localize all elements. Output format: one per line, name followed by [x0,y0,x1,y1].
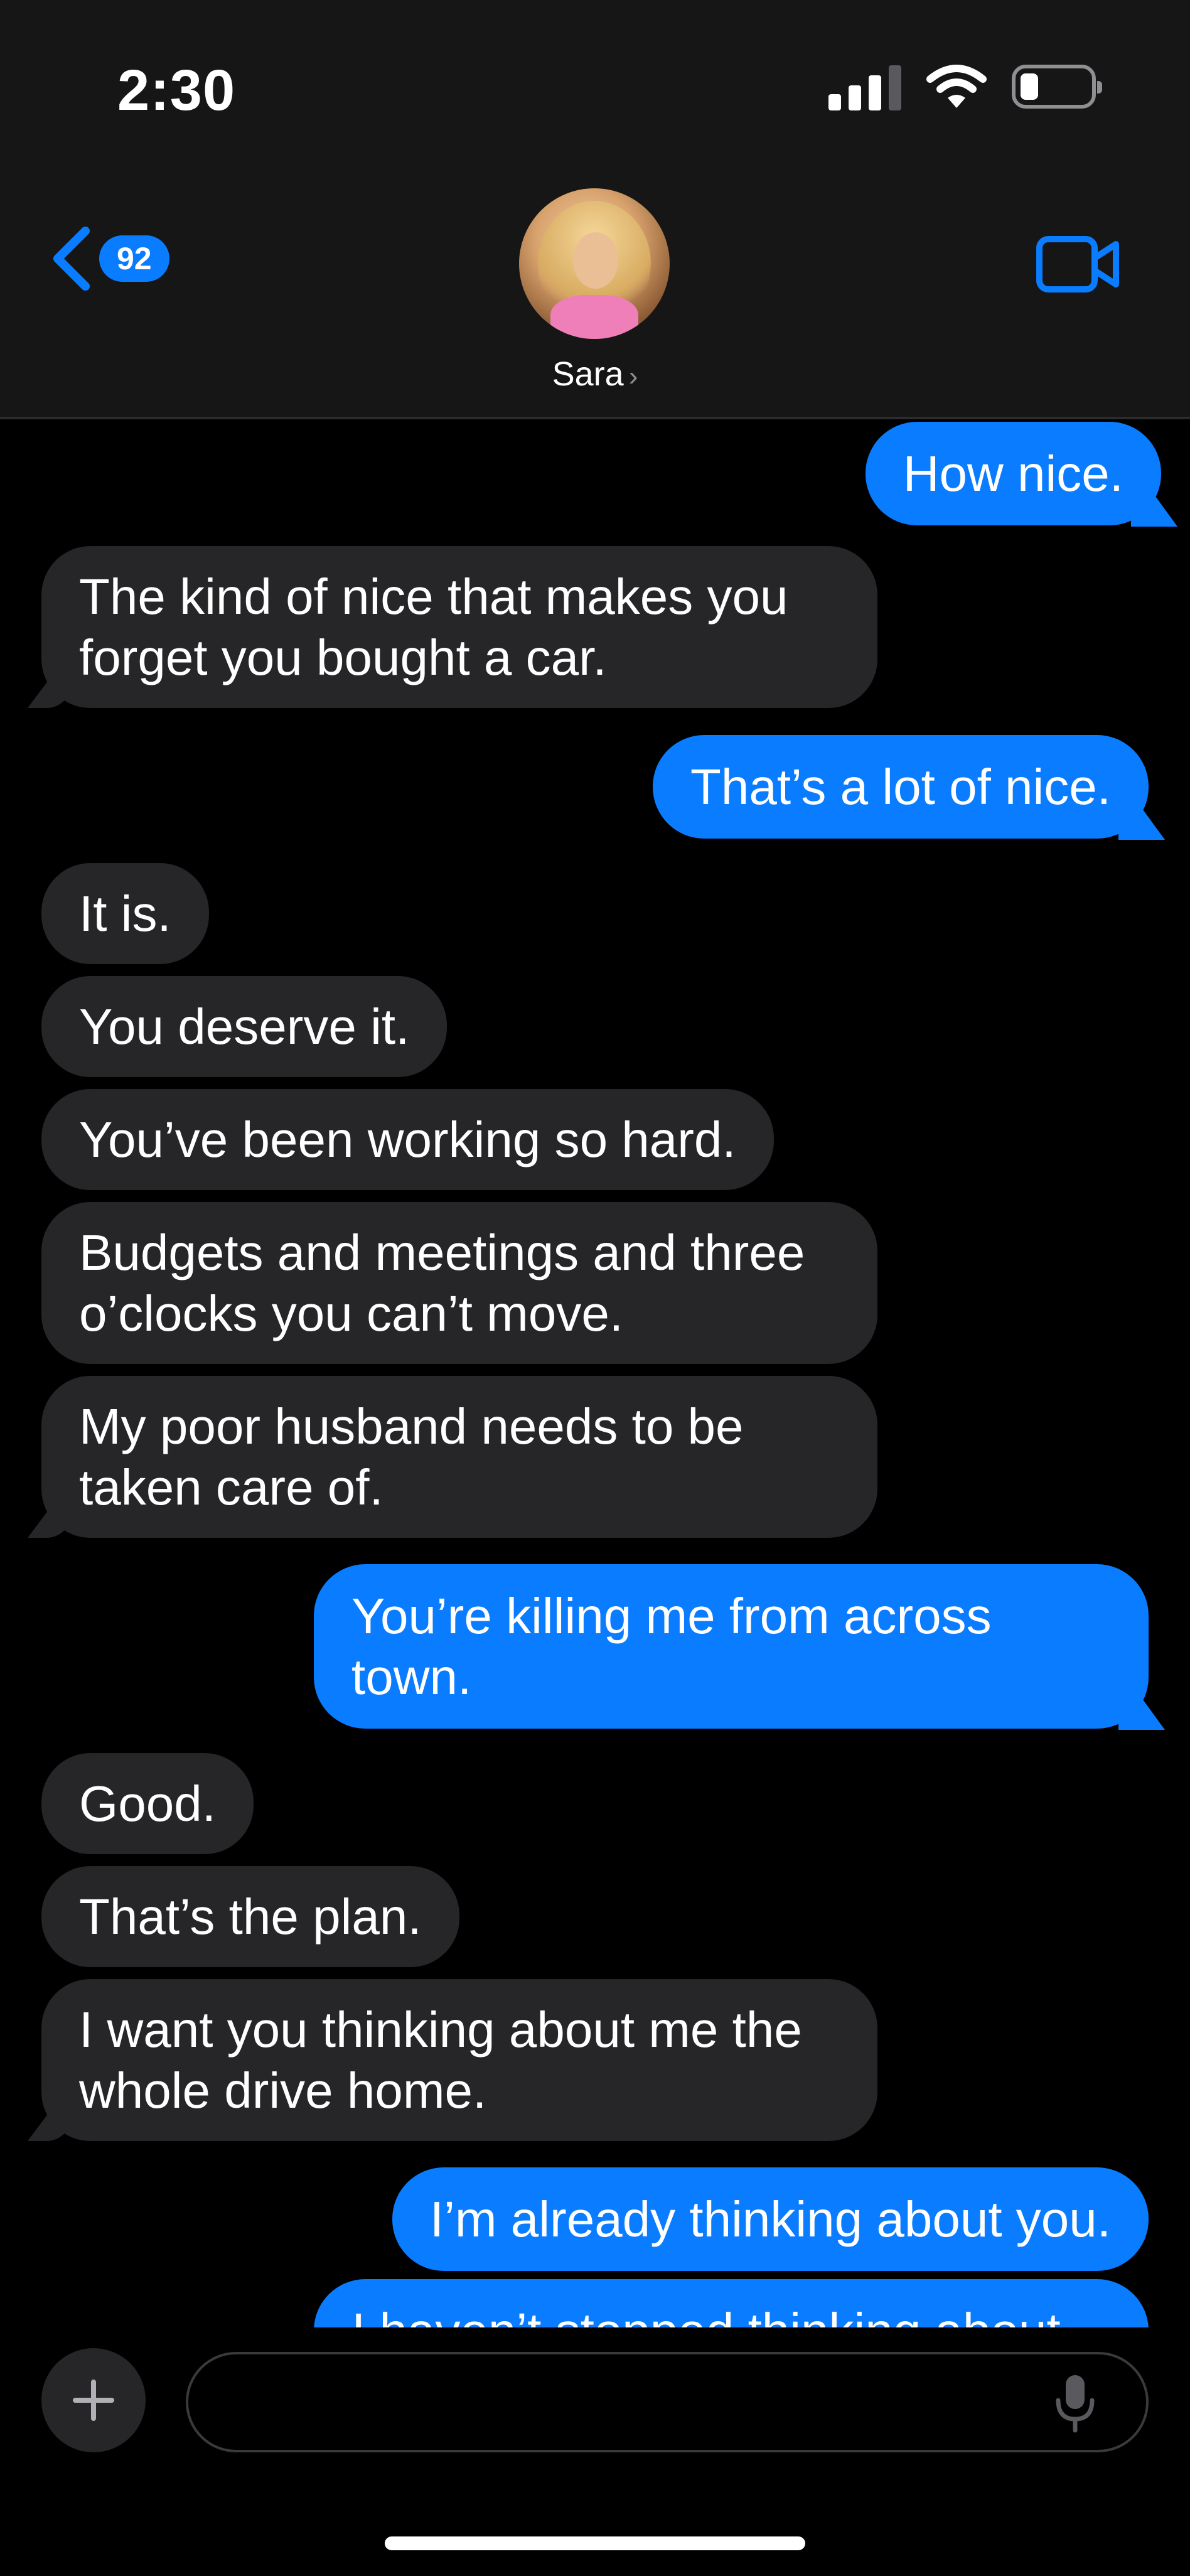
microphone-icon[interactable] [1054,2373,1096,2433]
message-bubble-incoming[interactable]: The kind of nice that makes you forget y… [41,546,877,708]
contact-name: Sara [552,355,624,393]
wifi-icon [926,65,987,108]
message-bubble-outgoing[interactable]: You’re killing me from across town. [314,1564,1149,1729]
conversation-header: 2:30 92 Sara › [0,0,1190,419]
message-input[interactable] [186,2352,1149,2452]
message-bubble-outgoing[interactable]: That’s a lot of nice. [653,735,1149,839]
message-bubble-incoming[interactable]: You deserve it. [41,976,448,1077]
plus-icon [73,2380,114,2421]
video-camera-icon[interactable] [1036,235,1121,293]
status-icons [828,63,1102,110]
message-bubble-incoming[interactable]: It is. [41,863,209,964]
message-bubble-outgoing[interactable]: I’m already thinking about you. [392,2167,1149,2271]
battery-icon [1012,65,1102,109]
message-bubble-incoming[interactable]: You’ve been working so hard. [41,1089,774,1190]
chevron-right-icon: › [628,361,638,392]
message-bubble-incoming[interactable]: That’s the plan. [41,1866,459,1967]
contact-avatar[interactable] [519,188,670,339]
back-button[interactable]: 92 [50,226,169,291]
status-time: 2:30 [117,58,236,122]
message-bubble-outgoing[interactable]: How nice. [865,422,1161,525]
contact-name-button[interactable]: Sara › [0,355,1190,394]
message-bubble-incoming[interactable]: Good. [41,1753,254,1854]
message-list[interactable]: How nice. The kind of nice that makes yo… [0,419,1190,2327]
message-bubble-incoming[interactable]: I want you thinking about me the whole d… [41,1979,877,2141]
messages-app: 2:30 92 Sara › How nice. The kind of nic… [0,0,1190,2576]
chevron-left-icon [53,227,90,291]
unread-badge: 92 [99,235,169,282]
home-indicator[interactable] [385,2536,805,2550]
message-bubble-incoming[interactable]: Budgets and meetings and three o’clocks … [41,1202,877,1364]
message-bubble-incoming[interactable]: My poor husband needs to be taken care o… [41,1376,877,1538]
signal-icon [828,63,901,110]
plus-button[interactable] [41,2348,146,2452]
message-bubble-outgoing[interactable]: I haven’t stopped thinking about [314,2279,1149,2327]
